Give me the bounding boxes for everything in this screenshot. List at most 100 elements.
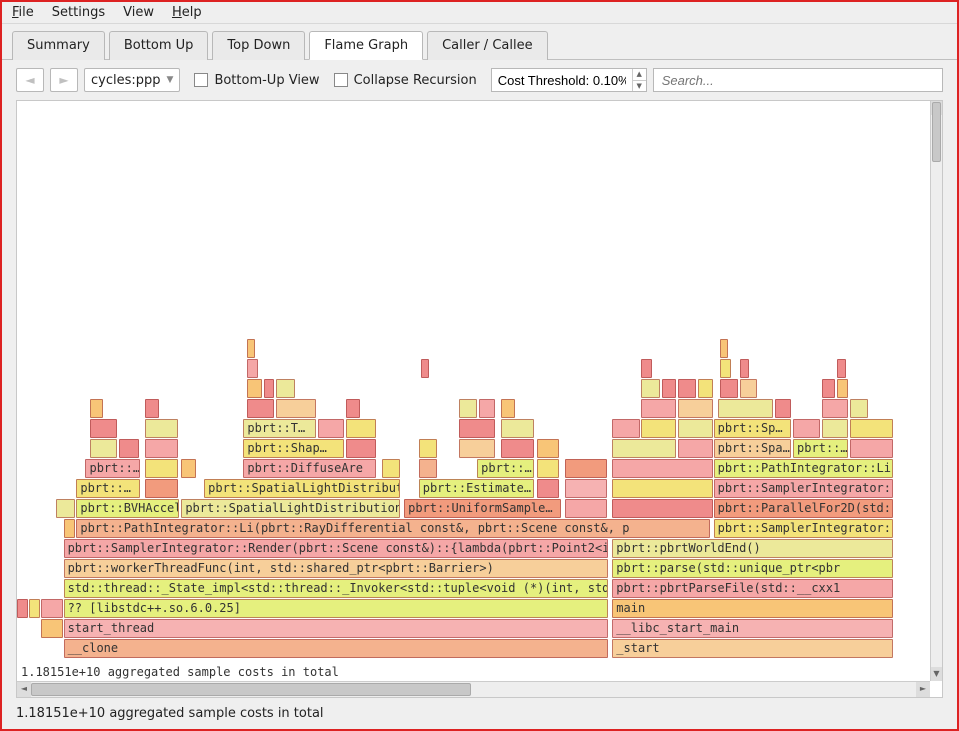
flame-frame[interactable]: pbrt::… <box>793 439 848 458</box>
flame-frame[interactable] <box>565 479 607 498</box>
flame-frame[interactable] <box>41 619 63 638</box>
flame-frame[interactable] <box>459 399 477 418</box>
flame-frame[interactable] <box>837 359 846 378</box>
flame-frame[interactable] <box>837 379 848 398</box>
flame-frame[interactable] <box>850 439 894 458</box>
menu-help[interactable]: Help <box>172 5 202 20</box>
nav-back-button[interactable]: ◄ <box>16 68 44 92</box>
flame-frame[interactable] <box>641 379 659 398</box>
tab-summary[interactable]: Summary <box>12 31 105 60</box>
flame-frame[interactable]: std::thread::_State_impl<std::thread::_I… <box>64 579 608 598</box>
search-box[interactable] <box>653 68 943 92</box>
flame-frame[interactable]: pbrt::PathIntegrator::Li(p <box>714 459 894 478</box>
bottom-up-checkbox[interactable]: Bottom-Up View <box>194 73 319 88</box>
flame-frame[interactable] <box>678 419 713 438</box>
flame-frame[interactable] <box>537 459 559 478</box>
flame-frame[interactable]: pbrt::Shap… <box>243 439 343 458</box>
spin-arrows[interactable]: ▲▼ <box>632 69 646 91</box>
nav-forward-button[interactable]: ► <box>50 68 78 92</box>
flame-frame[interactable]: __libc_start_main <box>612 619 893 638</box>
flame-frame[interactable] <box>419 439 437 458</box>
flame-frame[interactable]: main <box>612 599 893 618</box>
flame-frame[interactable] <box>612 479 712 498</box>
flame-frame[interactable] <box>17 599 28 618</box>
menu-settings[interactable]: Settings <box>52 5 105 20</box>
tab-top-down[interactable]: Top Down <box>212 31 305 60</box>
flame-frame[interactable] <box>565 499 607 518</box>
flame-frame[interactable] <box>41 599 63 618</box>
flame-frame[interactable] <box>740 359 749 378</box>
flame-frame[interactable] <box>501 439 534 458</box>
tab-caller-callee[interactable]: Caller / Callee <box>427 31 548 60</box>
flame-frame[interactable] <box>698 379 713 398</box>
flame-frame[interactable]: ?? [libstdc++.so.6.0.25] <box>64 599 608 618</box>
flame-frame[interactable]: pbrt::SamplerIntegrator::Rende <box>714 519 894 538</box>
flame-frame[interactable]: pbrt::workerThreadFunc(int, std::shared_… <box>64 559 608 578</box>
flame-frame[interactable] <box>720 339 728 358</box>
flame-frame[interactable]: pbrt::Sp… <box>714 419 792 438</box>
flame-frame[interactable] <box>612 459 712 478</box>
flame-frame[interactable] <box>740 379 756 398</box>
flame-frame[interactable]: pbrt::ParallelFor2D(std::fun <box>714 499 894 518</box>
flame-frame[interactable] <box>56 499 74 518</box>
flame-frame[interactable] <box>90 419 117 438</box>
flame-frame[interactable] <box>822 379 835 398</box>
flame-frame[interactable] <box>501 419 534 438</box>
flame-frame[interactable] <box>419 459 437 478</box>
flame-frame[interactable]: pbrt::pbrtWorldEnd() <box>612 539 893 558</box>
flame-frame[interactable] <box>145 439 178 458</box>
flame-frame[interactable] <box>850 419 894 438</box>
flame-frame[interactable]: pbrt::… <box>477 459 534 478</box>
flame-frame[interactable]: pbrt::… <box>85 459 140 478</box>
flame-frame[interactable] <box>641 399 676 418</box>
flame-frame[interactable] <box>537 479 559 498</box>
flame-frame[interactable]: pbrt::SpatialLightDistribution <box>181 499 400 518</box>
tab-flame-graph[interactable]: Flame Graph <box>309 31 423 60</box>
flame-frame[interactable]: pbrt::Spa… <box>714 439 792 458</box>
flame-frame[interactable]: pbrt::T… <box>243 419 316 438</box>
flame-frame[interactable] <box>276 379 294 398</box>
flame-frame[interactable] <box>264 379 275 398</box>
flame-frame[interactable] <box>720 379 738 398</box>
flame-frame[interactable] <box>276 399 316 418</box>
flame-frame[interactable] <box>641 359 652 378</box>
flame-frame[interactable] <box>662 379 677 398</box>
menu-file[interactable]: File <box>12 5 34 20</box>
flame-graph-canvas[interactable]: __clone_startstart_thread__libc_start_ma… <box>17 101 942 697</box>
flame-frame[interactable]: pbrt::PathIntegrator::Li(pbrt::RayDiffer… <box>76 519 710 538</box>
vertical-scrollbar[interactable]: ▲ ▼ <box>930 101 942 681</box>
flame-frame[interactable]: start_thread <box>64 619 608 638</box>
flame-frame[interactable]: pbrt::SpatialLightDistributi <box>204 479 400 498</box>
flame-frame[interactable] <box>537 439 559 458</box>
flame-frame[interactable] <box>678 399 713 418</box>
flame-frame[interactable] <box>247 359 258 378</box>
flame-frame[interactable] <box>612 499 712 518</box>
flame-frame[interactable] <box>247 399 274 418</box>
flame-frame[interactable] <box>565 459 607 478</box>
flame-frame[interactable]: pbrt::SamplerIntegrator::Ren <box>714 479 894 498</box>
flame-frame[interactable] <box>822 419 848 438</box>
flame-frame[interactable] <box>678 379 696 398</box>
flame-frame[interactable] <box>459 439 496 458</box>
cost-threshold-input[interactable] <box>492 73 632 88</box>
flame-frame[interactable] <box>501 399 516 418</box>
flame-frame[interactable] <box>119 439 139 458</box>
flame-frame[interactable] <box>145 459 178 478</box>
flame-frame[interactable] <box>382 459 400 478</box>
flame-frame[interactable] <box>145 399 160 418</box>
flame-frame[interactable] <box>775 399 791 418</box>
search-input[interactable] <box>660 69 936 91</box>
flame-frame[interactable] <box>145 479 178 498</box>
flame-frame[interactable]: pbrt::parse(std::unique_ptr<pbr <box>612 559 893 578</box>
flame-frame[interactable] <box>318 419 344 438</box>
flame-frame[interactable] <box>247 379 262 398</box>
flame-frame[interactable] <box>145 419 178 438</box>
flame-frame[interactable] <box>421 359 429 378</box>
flame-frame[interactable] <box>90 439 117 458</box>
collapse-recursion-checkbox[interactable]: Collapse Recursion <box>334 73 477 88</box>
tab-bottom-up[interactable]: Bottom Up <box>109 31 209 60</box>
flame-frame[interactable] <box>181 459 196 478</box>
horizontal-scrollbar[interactable]: ◄ ► <box>17 681 930 697</box>
flame-frame[interactable] <box>346 399 361 418</box>
flame-frame[interactable]: pbrt::SamplerIntegrator::Render(pbrt::Sc… <box>64 539 608 558</box>
